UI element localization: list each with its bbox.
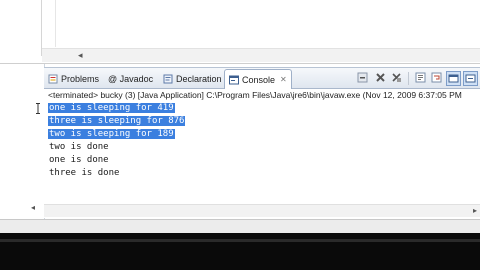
console-output[interactable]: one is sleeping for 419 three is sleepin… xyxy=(48,102,478,202)
status-bar xyxy=(0,219,480,234)
console-view: Problems @ Javadoc Declaration Console ✕ xyxy=(44,67,480,218)
console-line: two is done xyxy=(48,141,478,154)
toolbar-separator xyxy=(408,72,409,85)
tab-console[interactable]: Console ✕ xyxy=(224,69,292,89)
scroll-left-arrow-icon[interactable]: ◂ xyxy=(31,203,35,212)
tab-javadoc[interactable]: @ Javadoc xyxy=(108,70,153,87)
console-line-text: two is sleeping for 189 xyxy=(48,129,175,139)
taskbar-stripe xyxy=(0,239,480,242)
console-line-text: two is done xyxy=(49,142,109,152)
console-line: three is sleeping for 876 xyxy=(48,115,478,128)
remove-launch-icon[interactable] xyxy=(356,71,369,84)
console-line: three is done xyxy=(48,167,478,180)
tab-label: Problems xyxy=(61,73,100,84)
console-line-text: three is done xyxy=(49,168,120,178)
declaration-icon xyxy=(163,74,173,83)
console-line: two is sleeping for 189 xyxy=(48,128,478,141)
console-line: one is done xyxy=(48,154,478,167)
console-line: one is sleeping for 419 xyxy=(48,102,478,115)
tab-declaration[interactable]: Declaration xyxy=(163,70,222,87)
view-tab-bar: Problems @ Javadoc Declaration Console ✕ xyxy=(44,68,480,89)
tab-problems[interactable]: Problems xyxy=(48,70,99,87)
console-status-line: <terminated> bucky (3) [Java Application… xyxy=(48,90,462,100)
scroll-right-arrow-icon[interactable]: ▸ xyxy=(473,205,477,217)
console-line-text: one is sleeping for 419 xyxy=(48,103,175,113)
taskbar xyxy=(0,233,480,270)
text-cursor-icon xyxy=(36,103,40,114)
problems-icon xyxy=(48,74,58,83)
terminate-icon[interactable] xyxy=(374,71,387,84)
editor-print-margin xyxy=(55,0,56,47)
tab-label: Console xyxy=(242,74,276,85)
tab-label: Declaration xyxy=(176,73,222,84)
editor-horizontal-scrollbar[interactable]: ◂ xyxy=(42,48,480,62)
editor-gutter xyxy=(0,0,42,56)
console-line-text: three is sleeping for 876 xyxy=(48,116,186,126)
console-icon xyxy=(229,75,239,84)
tab-label: @ Javadoc xyxy=(108,73,154,84)
scroll-lock-icon[interactable] xyxy=(414,71,427,84)
left-panel-strip: ◂ xyxy=(0,64,45,219)
editor-area[interactable]: ◂ xyxy=(0,0,480,64)
remove-all-terminated-icon[interactable] xyxy=(390,71,403,84)
close-icon[interactable]: ✕ xyxy=(280,75,287,84)
word-wrap-icon[interactable] xyxy=(430,71,443,84)
console-line-text: one is done xyxy=(49,155,109,165)
display-selected-console-icon[interactable] xyxy=(463,71,478,86)
scroll-left-arrow-icon[interactable]: ◂ xyxy=(78,49,83,62)
divider xyxy=(0,63,480,64)
pin-console-icon[interactable] xyxy=(446,71,461,86)
console-horizontal-scrollbar[interactable]: ▸ xyxy=(44,204,480,217)
